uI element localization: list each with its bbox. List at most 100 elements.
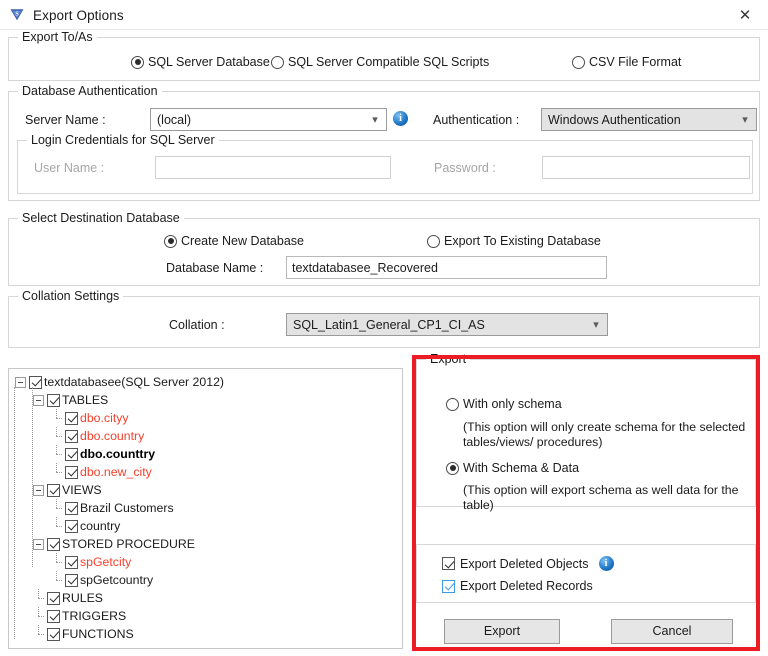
server-name-label: Server Name : <box>25 113 106 127</box>
database-authentication-group: Database Authentication Server Name : (l… <box>8 91 760 201</box>
tree-node-checkbox[interactable] <box>47 628 60 641</box>
tree-guide-line <box>14 387 15 639</box>
tree-node-label: TRIGGERS <box>62 609 126 623</box>
tree-elbow-connector <box>51 517 62 535</box>
checkbox-icon <box>442 557 455 570</box>
radio-dot-icon <box>271 56 284 69</box>
collation-legend: Collation Settings <box>18 289 123 303</box>
titlebar-divider <box>0 29 768 30</box>
tree-node[interactable]: VIEWS <box>15 481 402 499</box>
tree-node[interactable]: RULES <box>15 589 402 607</box>
radio-dot-icon <box>164 235 177 248</box>
tree-node[interactable]: dbo.counttry <box>15 445 402 463</box>
server-name-info-icon[interactable]: i <box>393 111 408 126</box>
radio-create-new-database[interactable]: Create New Database <box>164 234 304 248</box>
tree-node-checkbox[interactable] <box>65 430 78 443</box>
tree-node-checkbox[interactable] <box>65 574 78 587</box>
tree-node-checkbox[interactable] <box>65 556 78 569</box>
tree-node[interactable]: TABLES <box>15 391 402 409</box>
destination-legend: Select Destination Database <box>18 211 184 225</box>
tree-node[interactable]: textdatabasee(SQL Server 2012) <box>15 373 402 391</box>
tree-node[interactable]: spGetcity <box>15 553 402 571</box>
tree-node-label: TABLES <box>62 393 108 407</box>
tree-node-checkbox[interactable] <box>47 538 60 551</box>
tree-node[interactable]: FUNCTIONS <box>15 625 402 643</box>
export-button[interactable]: Export <box>444 619 560 644</box>
tree-node-checkbox[interactable] <box>65 412 78 425</box>
radio-dot-icon <box>572 56 585 69</box>
select-destination-database-group: Select Destination Database Create New D… <box>8 218 760 286</box>
radio-csv-file-format[interactable]: CSV File Format <box>572 55 681 69</box>
tree-collapse-icon[interactable] <box>33 395 44 406</box>
radio-label: Export To Existing Database <box>444 234 601 248</box>
tree-collapse-icon[interactable] <box>15 377 26 388</box>
authentication-combo[interactable]: Windows Authentication ▾ <box>541 108 757 131</box>
tree-collapse-icon[interactable] <box>33 539 44 550</box>
server-name-combo[interactable]: (local) ▾ <box>150 108 387 131</box>
tree-node[interactable]: dbo.country <box>15 427 402 445</box>
radio-dot-icon <box>131 56 144 69</box>
password-label: Password : <box>434 161 496 175</box>
tree-node-checkbox[interactable] <box>29 376 42 389</box>
tree-node[interactable]: Brazil Customers <box>15 499 402 517</box>
tree-node-label: STORED PROCEDURE <box>62 537 195 551</box>
radio-sql-compatible-scripts[interactable]: SQL Server Compatible SQL Scripts <box>271 55 489 69</box>
object-tree[interactable]: textdatabasee(SQL Server 2012) TABLES dbo.… <box>8 368 403 649</box>
tree-node-label: spGetcountry <box>80 573 153 587</box>
radio-with-schema-and-data[interactable]: With Schema & Data <box>446 461 579 475</box>
tree-node-checkbox[interactable] <box>65 466 78 479</box>
tree-collapse-icon[interactable] <box>33 485 44 496</box>
tree-elbow-connector <box>33 625 44 643</box>
tree-node[interactable]: country <box>15 517 402 535</box>
cancel-button[interactable]: Cancel <box>611 619 733 644</box>
database-name-label: Database Name : <box>166 261 263 275</box>
checkbox-export-deleted-objects[interactable]: Export Deleted Objects i <box>442 556 614 571</box>
radio-dot-icon <box>427 235 440 248</box>
tree-elbow-connector <box>51 553 62 571</box>
tree-node-checkbox[interactable] <box>65 502 78 515</box>
export-to-as-legend: Export To/As <box>18 30 97 44</box>
radio-dot-icon <box>446 398 459 411</box>
tree-node[interactable]: STORED PROCEDURE <box>15 535 402 553</box>
tree-node[interactable]: dbo.new_city <box>15 463 402 481</box>
collation-combo[interactable]: SQL_Latin1_General_CP1_CI_AS ▾ <box>286 313 608 336</box>
export-to-as-group: Export To/As SQL Server Database SQL Ser… <box>8 37 760 81</box>
password-field[interactable] <box>542 156 750 179</box>
tree-node-checkbox[interactable] <box>47 394 60 407</box>
database-name-field[interactable] <box>286 256 607 279</box>
tree-elbow-connector <box>33 607 44 625</box>
tree-node[interactable]: TRIGGERS <box>15 607 402 625</box>
deleted-options-group: Export Deleted Objects i Export Deleted … <box>416 544 756 603</box>
radio-label: Create New Database <box>181 234 304 248</box>
tree-node-label: Brazil Customers <box>80 501 174 515</box>
radio-label: With only schema <box>463 397 562 411</box>
schema-only-description: (This option will only create schema for… <box>463 420 748 450</box>
tree-node-checkbox[interactable] <box>47 592 60 605</box>
tree-node-checkbox[interactable] <box>47 484 60 497</box>
chevron-down-icon: ▾ <box>368 113 382 126</box>
tree-node[interactable]: spGetcountry <box>15 571 402 589</box>
radio-sql-server-database[interactable]: SQL Server Database <box>131 55 270 69</box>
schema-data-description: (This option will export schema as well … <box>463 483 748 513</box>
tree-node[interactable]: dbo.cityy <box>15 409 402 427</box>
tree-elbow-connector <box>51 409 62 427</box>
tree-node-checkbox[interactable] <box>47 610 60 623</box>
authentication-label: Authentication : <box>433 113 519 127</box>
user-name-field[interactable] <box>155 156 391 179</box>
tree-node-label: dbo.country <box>80 429 144 443</box>
tree-node-label: FUNCTIONS <box>62 627 134 641</box>
radio-export-existing-database[interactable]: Export To Existing Database <box>427 234 601 248</box>
radio-label: SQL Server Compatible SQL Scripts <box>288 55 489 69</box>
tree-node-label: VIEWS <box>62 483 102 497</box>
radio-label: With Schema & Data <box>463 461 579 475</box>
radio-with-only-schema[interactable]: With only schema <box>446 397 562 411</box>
tree-elbow-connector <box>51 571 62 589</box>
tree-elbow-connector <box>51 499 62 517</box>
deleted-objects-info-icon[interactable]: i <box>599 556 614 571</box>
tree-node-checkbox[interactable] <box>65 448 78 461</box>
close-icon[interactable]: ✕ <box>722 0 768 30</box>
checkbox-icon <box>442 580 455 593</box>
checkbox-export-deleted-records[interactable]: Export Deleted Records <box>442 579 593 593</box>
tree-node-label: dbo.new_city <box>80 465 152 479</box>
tree-node-checkbox[interactable] <box>65 520 78 533</box>
